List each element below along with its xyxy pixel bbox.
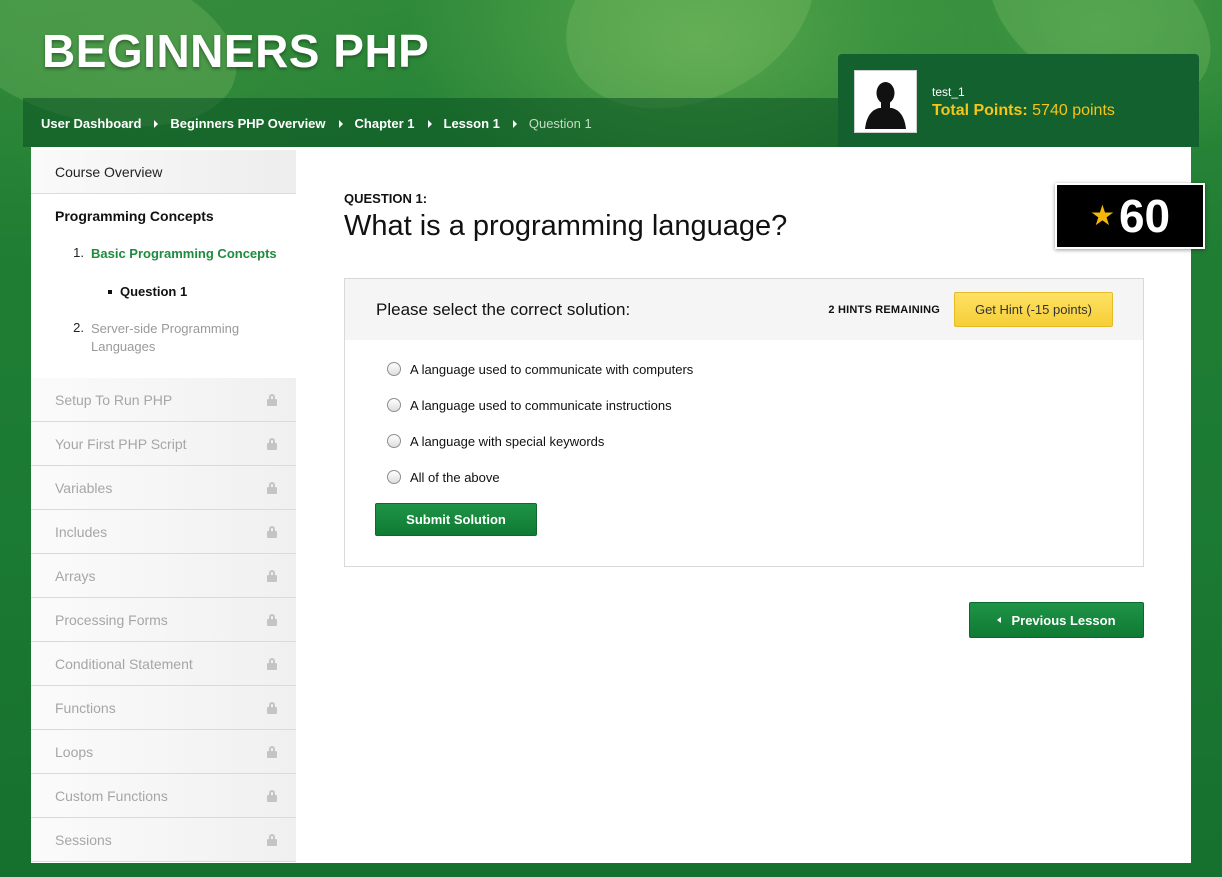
- breadcrumb-lesson[interactable]: Lesson 1: [444, 116, 500, 131]
- answer-panel-header: Please select the correct solution: 2 HI…: [345, 279, 1143, 340]
- answer-option[interactable]: A language used to communicate instructi…: [345, 387, 1143, 423]
- sidebar-item-locked[interactable]: Arrays: [31, 554, 296, 598]
- sidebar-item-locked[interactable]: Processing Forms: [31, 598, 296, 642]
- sidebar-item-label: Setup To Run PHP: [55, 391, 173, 408]
- sidebar-item-label: Functions: [55, 699, 116, 716]
- score-badge: ★ 60: [1055, 183, 1205, 249]
- lock-icon: [266, 833, 278, 846]
- sidebar-item-label: Custom Functions: [55, 787, 168, 804]
- submit-solution-button[interactable]: Submit Solution: [375, 503, 537, 536]
- sidebar-item-label: Basic Programming Concepts: [91, 246, 277, 261]
- question-title: What is a programming language?: [344, 210, 788, 242]
- sidebar-item-locked[interactable]: Conditional Statement: [31, 642, 296, 686]
- answer-options: A language used to communicate with comp…: [345, 340, 1143, 495]
- total-points-label: Total Points:: [932, 102, 1028, 119]
- site-title: BEGINNERS PHP: [42, 25, 430, 77]
- lock-icon: [266, 789, 278, 802]
- breadcrumb-chapter[interactable]: Chapter 1: [355, 116, 415, 131]
- sidebar-item-locked[interactable]: Functions: [31, 686, 296, 730]
- answer-option-label: All of the above: [410, 469, 500, 485]
- radio-button[interactable]: [387, 470, 401, 484]
- sidebar-item-number: 1.: [73, 245, 84, 260]
- lock-icon: [266, 569, 278, 582]
- sidebar-item-label: Includes: [55, 523, 108, 540]
- sidebar: Course Overview Programming Concepts 1. …: [31, 150, 296, 863]
- answer-option[interactable]: A language used to communicate with comp…: [345, 351, 1143, 387]
- radio-button[interactable]: [387, 362, 401, 376]
- sidebar-item-locked[interactable]: Sessions: [31, 818, 296, 862]
- answer-option-label: A language with special keywords: [410, 433, 605, 449]
- sidebar-item-question-1[interactable]: Question 1: [108, 284, 296, 299]
- star-icon: ★: [1089, 199, 1115, 231]
- answer-prompt: Please select the correct solution:: [376, 299, 631, 319]
- answer-option[interactable]: All of the above: [345, 459, 1143, 495]
- lock-icon: [266, 437, 278, 450]
- sidebar-section-title[interactable]: Programming Concepts: [55, 208, 296, 224]
- sidebar-item-locked[interactable]: Loops: [31, 730, 296, 774]
- breadcrumb-course-overview[interactable]: Beginners PHP Overview: [170, 116, 325, 131]
- sidebar-item-label: Your First PHP Script: [55, 435, 187, 452]
- answer-option-label: A language used to communicate instructi…: [410, 397, 672, 413]
- breadcrumb: User Dashboard Beginners PHP Overview Ch…: [41, 116, 592, 131]
- sidebar-item-locked[interactable]: Your First PHP Script: [31, 422, 296, 466]
- bullet-icon: [108, 289, 112, 294]
- get-hint-button[interactable]: Get Hint (-15 points): [954, 292, 1113, 327]
- sidebar-item-label: Processing Forms: [55, 611, 168, 628]
- sidebar-item-label: Conditional Statement: [55, 655, 193, 672]
- breadcrumb-separator-icon: [154, 119, 159, 128]
- sidebar-item-label: Sessions: [55, 831, 112, 848]
- lock-icon: [266, 525, 278, 538]
- sidebar-item-number: 2.: [73, 320, 84, 335]
- sidebar-item-basic-programming-concepts[interactable]: 1. Basic Programming Concepts: [55, 245, 296, 263]
- sidebar-item-label: Server-side Programming Languages: [91, 321, 240, 354]
- sidebar-item-label: Question 1: [120, 284, 188, 299]
- question-number: QUESTION 1:: [344, 191, 428, 206]
- sidebar-item-label: Arrays: [55, 567, 96, 584]
- sidebar-item-locked[interactable]: Variables: [31, 466, 296, 510]
- lock-icon: [266, 657, 278, 670]
- sidebar-locked-list: Setup To Run PHP Your First PHP Script Var…: [31, 378, 296, 862]
- sidebar-item-locked[interactable]: Setup To Run PHP: [31, 378, 296, 422]
- sidebar-item-locked[interactable]: Includes: [31, 510, 296, 554]
- lock-icon: [266, 613, 278, 626]
- avatar[interactable]: [854, 70, 917, 133]
- breadcrumb-user-dashboard[interactable]: User Dashboard: [41, 116, 141, 131]
- sidebar-item-label: Loops: [55, 743, 94, 760]
- sidebar-item-label: Variables: [55, 479, 113, 496]
- breadcrumb-separator-icon: [512, 119, 517, 128]
- breadcrumb-separator-icon: [338, 119, 343, 128]
- breadcrumb-separator-icon: [427, 119, 432, 128]
- lock-icon: [266, 393, 278, 406]
- total-points-value: 5740 points: [1032, 102, 1115, 119]
- user-silhouette-icon: [865, 82, 906, 129]
- radio-button[interactable]: [387, 398, 401, 412]
- sidebar-item-locked[interactable]: Custom Functions: [31, 774, 296, 818]
- lock-icon: [266, 481, 278, 494]
- sidebar-item-course-overview[interactable]: Course Overview: [31, 150, 296, 194]
- breadcrumb-current-question: Question 1: [528, 116, 592, 131]
- answer-panel: Please select the correct solution: 2 HI…: [344, 278, 1144, 567]
- answer-option[interactable]: A language with special keywords: [345, 423, 1143, 459]
- lock-icon: [266, 745, 278, 758]
- score-value: 60: [1118, 190, 1171, 242]
- user-name: test_1: [932, 85, 965, 99]
- radio-button[interactable]: [387, 434, 401, 448]
- sidebar-section-programming-concepts: Programming Concepts 1. Basic Programmin…: [31, 194, 296, 378]
- sidebar-item-server-side-languages[interactable]: 2. Server-side Programming Languages: [55, 320, 296, 356]
- lock-icon: [266, 701, 278, 714]
- previous-lesson-button[interactable]: Previous Lesson: [969, 602, 1144, 638]
- answer-option-label: A language used to communicate with comp…: [410, 361, 694, 377]
- arrow-left-icon: [997, 617, 1002, 623]
- hints-remaining: 2 HINTS REMAINING: [828, 303, 940, 316]
- total-points: Total Points: 5740 points: [932, 102, 1115, 120]
- previous-lesson-label: Previous Lesson: [1011, 612, 1116, 628]
